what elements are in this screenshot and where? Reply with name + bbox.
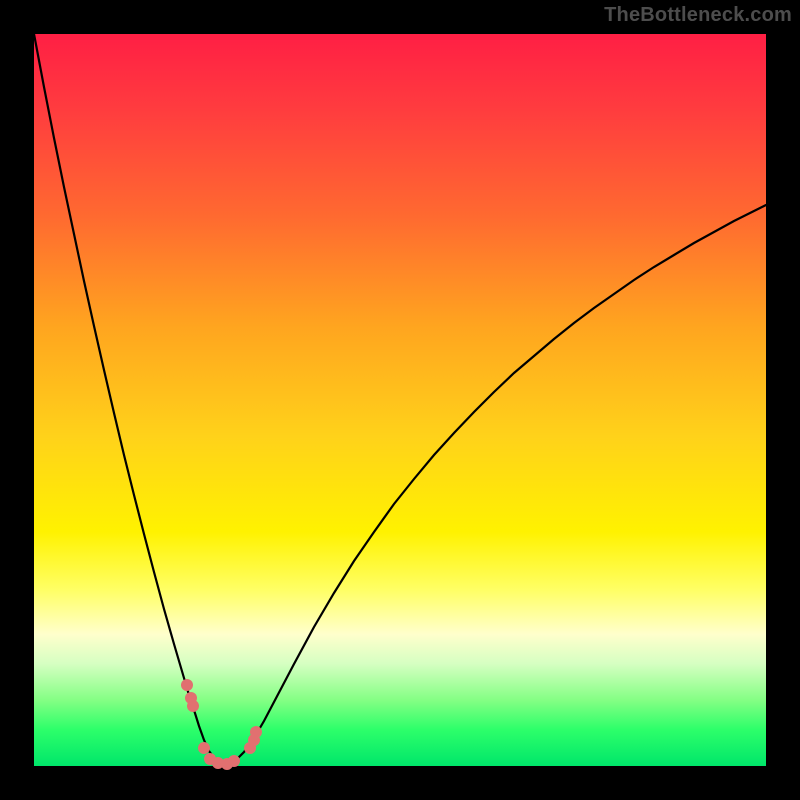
watermark-text: TheBottleneck.com	[604, 4, 792, 27]
bottleneck-point	[198, 742, 210, 754]
marker-group	[181, 679, 262, 770]
bottleneck-curve	[34, 34, 766, 766]
bottleneck-point	[187, 700, 199, 712]
bottleneck-point	[228, 755, 240, 767]
curve-layer	[34, 34, 766, 766]
bottleneck-point	[181, 679, 193, 691]
chart-frame: TheBottleneck.com	[0, 0, 800, 800]
bottleneck-point	[250, 726, 262, 738]
